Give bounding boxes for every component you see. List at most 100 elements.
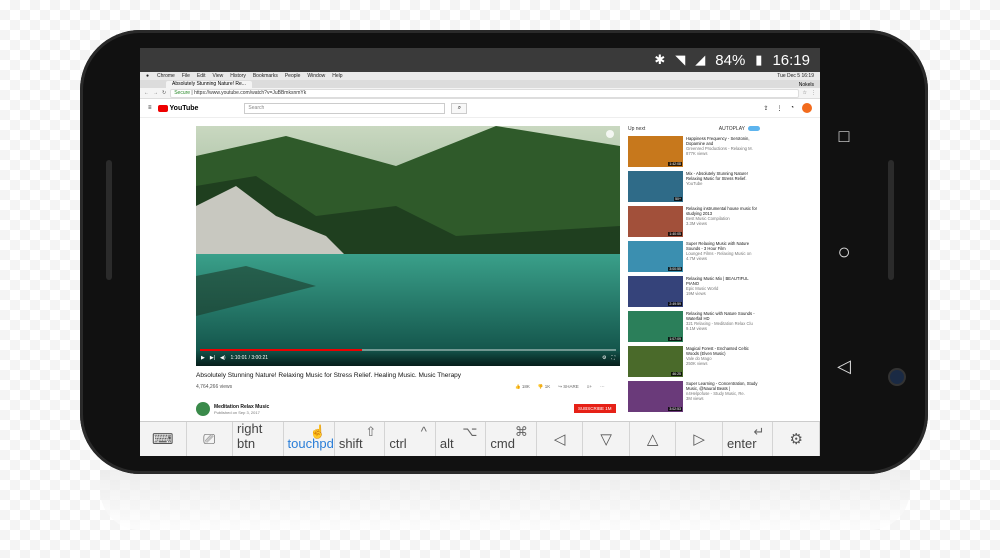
suggestion-title[interactable]: Happiness Frequency - Serotonin, Dopamin… <box>686 136 760 146</box>
play-icon[interactable]: ▶ <box>201 355 205 361</box>
up-arrow-key[interactable]: △ <box>630 422 677 456</box>
suggestion-item[interactable]: 1:42:08 Happiness Frequency - Serotonin,… <box>628 136 760 167</box>
right-arrow-key[interactable]: ▷ <box>676 422 723 456</box>
mac-menu-item[interactable]: View <box>213 73 224 79</box>
url-field[interactable]: Secure | https://www.youtube.com/watch?v… <box>170 88 799 98</box>
up-next-panel: Up next AUTOPLAY 1:42:08 Happiness Frequ… <box>628 126 760 416</box>
suggestion-title[interactable]: Magical Forest - Enchanted Celtic Woods … <box>686 346 760 356</box>
suggestion-title[interactable]: Relaxing Music with Nature Sounds - Wate… <box>686 311 760 321</box>
right-btn-key[interactable]: right btn <box>233 421 284 456</box>
browser-tab[interactable]: Absolutely Stunning Nature! Re... <box>166 81 252 88</box>
suggestion-item[interactable]: 2:49:59 Relaxing Music Mix | BEAUTIFUL P… <box>628 276 760 307</box>
volume-icon[interactable]: ◀) <box>220 355 226 361</box>
touchpad-key[interactable]: touchpd ☝ <box>284 422 335 456</box>
suggestion-thumbnail[interactable]: 2:49:59 <box>628 276 683 307</box>
star-icon[interactable]: ☆ <box>803 90 807 96</box>
suggestion-thumbnail[interactable]: 1:07:09 <box>628 311 683 342</box>
back-button[interactable]: ◁ <box>834 356 854 376</box>
ctrl-key[interactable]: ctrl ^ <box>385 422 436 456</box>
fullscreen-icon[interactable]: ⛶ <box>611 355 615 361</box>
profile-name[interactable]: Nokels <box>799 82 820 88</box>
suggestion-thumbnail[interactable]: 50+ <box>628 171 683 202</box>
left-arrow-key[interactable]: ◁ <box>537 422 584 456</box>
info-icon[interactable] <box>606 130 614 138</box>
view-count: 4,764,266 views <box>196 384 233 390</box>
search-button[interactable]: ⌕ <box>451 102 468 114</box>
search-input[interactable]: Search <box>244 102 446 114</box>
alt-key[interactable]: alt ⌥ <box>436 422 487 456</box>
suggestion-item[interactable]: 50+ Mix - Absolutely Stunning Nature! Re… <box>628 171 760 202</box>
mac-menu-item[interactable]: Chrome <box>157 73 175 79</box>
subscribe-button[interactable]: SUBSCRIBE 1M <box>574 404 616 413</box>
mac-menu-item[interactable]: Help <box>332 73 342 79</box>
avatar[interactable] <box>802 103 812 113</box>
cmd-key[interactable]: cmd ⌘ <box>486 422 537 456</box>
apps-icon[interactable]: ⋮ <box>776 105 782 112</box>
suggestion-thumbnail[interactable]: 46:25 <box>628 346 683 377</box>
speaker-left <box>106 160 112 280</box>
suggestion-views: 250K views <box>686 361 708 366</box>
suggestion-item[interactable]: 3:02:53 Super Learning - Concentration, … <box>628 381 760 412</box>
hamburger-icon[interactable]: ≡ <box>148 105 152 111</box>
suggestion-item[interactable]: 1:40:05 Relaxing instrumental house musi… <box>628 206 760 237</box>
ctrl-key-icon: ^ <box>420 424 427 439</box>
youtube-main: ▶ ▶| ◀) 1:10:01 / 3:00:21 ⚙ ⛶ Absolutely… <box>140 118 820 430</box>
address-bar-row: ← → ↻ Secure | https://www.youtube.com/w… <box>140 88 820 99</box>
like-button[interactable]: 👍 18K <box>515 384 530 390</box>
mac-menu-item[interactable]: People <box>285 73 301 79</box>
autoplay-toggle[interactable] <box>748 126 760 132</box>
youtube-logo[interactable]: YouTube <box>157 104 198 112</box>
video-actions: 👍 18K 👎 1K ↪ SHARE ≡+ ⋯ <box>515 384 605 390</box>
dislike-button[interactable]: 👎 1K <box>538 384 550 390</box>
reload-icon[interactable]: ↻ <box>162 90 166 96</box>
suggestion-title[interactable]: Mix - Absolutely Stunning Nature! Relaxi… <box>686 171 760 181</box>
right-btn-key-label: right btn <box>237 421 263 451</box>
channel-avatar[interactable] <box>196 402 210 416</box>
suggestion-item[interactable]: 46:25 Magical Forest - Enchanted Celtic … <box>628 346 760 377</box>
settings-gear-icon[interactable]: ⚙ <box>602 355 606 361</box>
down-arrow-key[interactable]: ▽ <box>583 422 630 456</box>
suggestion-thumbnail[interactable]: 3:00:55 <box>628 241 683 272</box>
share-button[interactable]: ↪ SHARE <box>558 384 579 390</box>
more-icon[interactable]: ⋯ <box>600 384 605 390</box>
shift-key-icon: ⇧ <box>365 424 377 439</box>
home-button[interactable]: ○ <box>834 239 854 264</box>
forward-arrow-icon[interactable]: → <box>153 90 158 96</box>
ctrl-key-label: ctrl <box>389 436 407 451</box>
settings-key[interactable]: ⚙ <box>773 422 820 456</box>
suggestion-thumbnail[interactable]: 1:40:05 <box>628 206 683 237</box>
enter-key[interactable]: enter ↵ <box>723 422 774 456</box>
upload-icon[interactable]: ⇪ <box>763 105 768 112</box>
cmd-key-icon: ⌘ <box>514 424 528 439</box>
recent-apps-button[interactable]: □ <box>834 126 854 146</box>
status-bar: ✱ ◥ ◢ 84% ▮ 16:19 <box>140 48 820 72</box>
next-icon[interactable]: ▶| <box>210 355 215 361</box>
suggestion-title[interactable]: Super Learning - Concentration, Study Mu… <box>686 381 760 391</box>
suggestion-thumbnail[interactable]: 1:42:08 <box>628 136 683 167</box>
mac-menu-item[interactable]: Edit <box>197 73 206 79</box>
mac-menu-item[interactable]: Bookmarks <box>253 73 278 79</box>
duration-badge: 50+ <box>674 197 682 201</box>
duration-badge: 3:02:53 <box>668 407 682 411</box>
remote-key[interactable]: ⎚ <box>187 422 234 456</box>
shift-key[interactable]: shift ⇧ <box>335 422 386 456</box>
add-to-playlist-icon[interactable]: ≡+ <box>587 384 592 390</box>
duration-badge: 2:49:59 <box>668 302 682 306</box>
suggestion-title[interactable]: Relaxing instrumental house music for st… <box>686 206 760 216</box>
menu-dots-icon[interactable]: ⋮ <box>811 90 816 96</box>
keyboard-key[interactable]: ⌨ <box>140 422 187 456</box>
mac-menu-item[interactable]: Window <box>307 73 325 79</box>
suggestion-thumbnail[interactable]: 3:02:53 <box>628 381 683 412</box>
suggestion-item[interactable]: 3:00:55 Super Relaxing Music with Nature… <box>628 241 760 272</box>
publish-date: Published on Sep 3, 2017 <box>214 409 260 415</box>
suggestion-title[interactable]: Relaxing Music Mix | BEAUTIFUL PIANO <box>686 276 760 286</box>
suggestion-title[interactable]: Super Relaxing Music with Nature Sounds … <box>686 241 760 251</box>
suggestion-item[interactable]: 1:07:09 Relaxing Music with Nature Sound… <box>628 311 760 342</box>
mac-menu-item[interactable]: History <box>230 73 246 79</box>
channel-name[interactable]: Meditation Relax Music <box>214 404 269 410</box>
back-arrow-icon[interactable]: ← <box>144 90 149 96</box>
video-player[interactable]: ▶ ▶| ◀) 1:10:01 / 3:00:21 ⚙ ⛶ <box>196 126 620 366</box>
notifications-icon[interactable]: ◔ <box>790 105 794 111</box>
mac-menu-item[interactable]: File <box>182 73 190 79</box>
apple-icon[interactable]: ● <box>146 73 149 79</box>
